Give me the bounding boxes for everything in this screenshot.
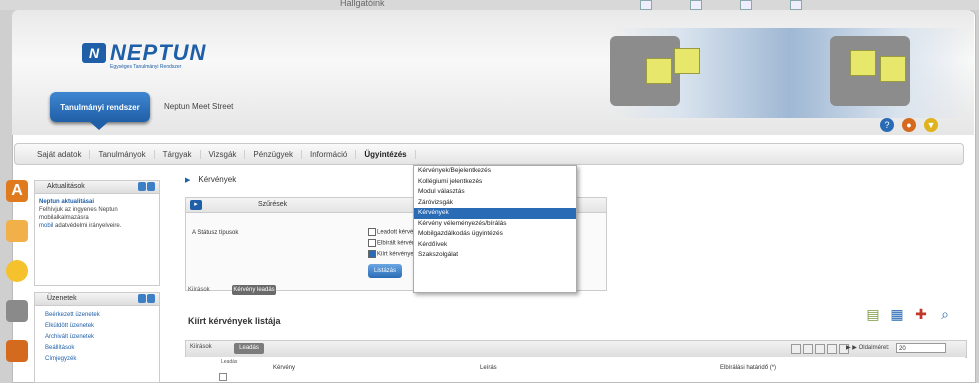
dropdown-item[interactable]: Kérvények/Bejelentkezés xyxy=(414,166,576,177)
header: N NEPTUN Egységes Tanulmányi Rendszer Ta… xyxy=(12,10,974,135)
note-icon xyxy=(880,56,906,82)
column-header[interactable]: Elbírálási határidő (*) xyxy=(720,365,776,371)
menu-item[interactable]: Saját adatok xyxy=(29,149,91,159)
panel-controls[interactable] xyxy=(138,182,155,191)
header-artwork xyxy=(610,28,970,118)
messages-panel: Üzenetek Beérkezett üzenetek Elküldött ü… xyxy=(34,292,160,383)
dropdown-menu: Kérvények/Bejelentkezés Kollégiumi jelen… xyxy=(413,165,577,293)
checkbox-row[interactable]: Kiírt kérvények xyxy=(368,250,417,258)
calendar-icon[interactable] xyxy=(6,300,28,322)
menu-item-active[interactable]: Ügyintézés xyxy=(356,149,416,159)
messages-link[interactable]: Archivált üzenetek xyxy=(39,332,155,343)
checkbox-icon xyxy=(368,228,376,236)
logo-mark: N xyxy=(82,43,106,63)
note-icon xyxy=(674,48,700,74)
list-title: Kiírt kérvények listája xyxy=(188,316,281,326)
small-label: Kiírások xyxy=(188,287,210,293)
messages-link[interactable]: Beállítások xyxy=(39,343,155,354)
messages-link[interactable]: Elküldött üzenetek xyxy=(39,321,155,332)
menu-item[interactable]: Tárgyak xyxy=(155,149,201,159)
folder-icon[interactable] xyxy=(6,220,28,242)
star-icon[interactable] xyxy=(6,260,28,282)
messages-link[interactable]: Címjegyzék xyxy=(39,354,155,365)
top-strip-icon xyxy=(740,0,752,10)
browser-top-strip: Hallgatóink xyxy=(0,0,979,10)
role-tab-active[interactable]: Tanulmányi rendszer xyxy=(50,92,150,130)
settings-icon[interactable]: ● xyxy=(902,118,916,132)
checkbox-icon xyxy=(368,239,376,247)
grid-label: Kiírások xyxy=(190,344,212,350)
column-header[interactable]: Kérvény xyxy=(273,365,295,371)
logo-text: NEPTUN xyxy=(110,40,207,65)
dropdown-item-selected[interactable]: Kérvények xyxy=(414,208,576,219)
column-header[interactable]: Leírás xyxy=(480,365,497,371)
grid-pill-button[interactable]: Leadás xyxy=(234,343,264,354)
top-strip-text: Hallgatóink xyxy=(340,0,385,8)
page-size-select[interactable]: 20 xyxy=(896,343,946,353)
column-header: Leadás xyxy=(221,359,238,365)
filter-title: Szűrések xyxy=(258,201,288,208)
news-tail: adatvédelmi irányelveire. xyxy=(55,223,122,229)
checkbox-label: Kiírt kérvények xyxy=(377,251,417,258)
main-menu: Saját adatok Tanulmányok Tárgyak Vizsgák… xyxy=(14,143,964,165)
select-all-checkbox[interactable] xyxy=(219,373,227,381)
print-icon[interactable]: ▦ xyxy=(889,305,905,323)
messages-link[interactable]: Beérkezett üzenetek xyxy=(39,310,155,321)
dropdown-item[interactable]: Szakszolgálat xyxy=(414,250,576,261)
search-icon[interactable]: ⌕ xyxy=(937,305,953,323)
neptun-logo[interactable]: N NEPTUN xyxy=(82,40,206,66)
dropdown-item[interactable]: Záróvizsgák xyxy=(414,198,576,209)
note-icon xyxy=(646,58,672,84)
dropdown-item[interactable]: Kérdőívek xyxy=(414,240,576,251)
dropdown-item[interactable]: Mobilgazdálkodás ügyintézés xyxy=(414,229,576,240)
small-pill-button[interactable]: Kérvény leadás xyxy=(232,285,276,295)
export-icon[interactable]: ▤ xyxy=(865,305,881,323)
help-icon[interactable]: ? xyxy=(880,118,894,132)
news-link[interactable]: mobil xyxy=(39,223,53,229)
collapse-icon[interactable]: ▸ xyxy=(190,200,202,210)
pager[interactable] xyxy=(791,344,849,354)
dropdown-item[interactable]: Kollégiumi jelentkezés xyxy=(414,177,576,188)
dropdown-item[interactable]: Modul választás xyxy=(414,187,576,198)
grid-toolbar: Kiírások Leadás ▶ ▶ Oldalméret: 20 xyxy=(185,340,967,358)
pager-text: ▶ ▶ Oldalméret: xyxy=(846,345,890,351)
news-body: Felhívjuk az ingyenes Neptun mobilalkalm… xyxy=(39,207,118,221)
top-strip-icon xyxy=(790,0,802,10)
news-panel: Aktualitások Neptun aktualitásai Felhívj… xyxy=(34,180,160,286)
breadcrumb: Kérvények xyxy=(185,175,236,184)
menu-item[interactable]: Pénzügyek xyxy=(245,149,302,159)
menu-item[interactable]: Információ xyxy=(302,149,357,159)
note-icon xyxy=(850,50,876,76)
menu-item[interactable]: Tanulmányok xyxy=(90,149,155,159)
dropdown-item[interactable]: Kérvény véleményezés/bírálás xyxy=(414,219,576,230)
chat-icon[interactable] xyxy=(6,340,28,362)
logout-icon[interactable]: ▼ xyxy=(924,118,938,132)
toolbar-icons: ▤ ▦ ✚ ⌕ xyxy=(865,305,953,323)
status-type-label: A Státusz típusok xyxy=(192,230,239,236)
pin-icon[interactable]: ✚ xyxy=(913,305,929,323)
news-heading[interactable]: Neptun aktualitásai xyxy=(39,198,155,206)
top-strip-icon xyxy=(640,0,652,10)
grid-header: Leadás Kérvény Leírás Elbírálási határid… xyxy=(185,357,965,381)
top-strip-icon xyxy=(690,0,702,10)
checkbox-icon xyxy=(368,250,376,258)
role-tab-other[interactable]: Neptun Meet Street xyxy=(164,102,233,111)
logo-subtitle: Egységes Tanulmányi Rendszer xyxy=(110,64,182,70)
a-letter-icon[interactable]: A xyxy=(6,180,28,202)
panel-controls[interactable] xyxy=(138,294,155,303)
menu-item[interactable]: Vizsgák xyxy=(201,149,246,159)
list-button[interactable]: Listázás xyxy=(368,264,402,278)
